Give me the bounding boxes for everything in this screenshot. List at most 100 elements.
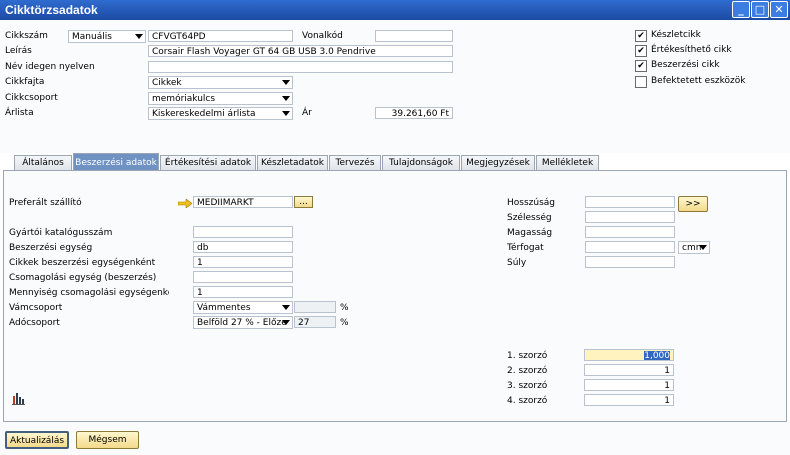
golden-arrow-icon[interactable] xyxy=(178,199,192,208)
item-group-value: memóriakulcs xyxy=(152,94,216,104)
tax-group-select[interactable]: Belföld 27 % - Előze xyxy=(193,316,293,329)
barcode-label: Vonalkód xyxy=(302,31,343,41)
price-label: Ár xyxy=(302,108,312,118)
price-list-value: Kiskereskedelmi árlista xyxy=(152,109,256,119)
browse-vendor-button[interactable]: ... xyxy=(294,196,313,208)
chevron-down-icon xyxy=(699,245,707,250)
fixed-asset-checkbox[interactable] xyxy=(635,76,647,88)
item-header: Cikkszám Manuális CFVGT64PD Vonalkód Leí… xyxy=(0,20,790,153)
item-group-label: Cikkcsoport xyxy=(5,93,58,103)
foreign-name-label: Név idegen nyelven xyxy=(5,62,95,72)
price-field[interactable]: 39.261,60 Ft xyxy=(375,107,453,119)
factor-1-value: 1,000 xyxy=(644,351,670,361)
item-type-label: Cikkfajta xyxy=(5,77,45,87)
items-per-unit-label: Cikkek beszerzési egységenként xyxy=(9,258,156,268)
customs-group-select[interactable]: Vámmentes xyxy=(193,301,293,314)
factor-3-field[interactable]: 1 xyxy=(584,379,674,391)
volume-field[interactable] xyxy=(585,241,675,253)
factor-1-field[interactable]: 1,000 xyxy=(584,349,674,361)
tab-properties[interactable]: Tulajdonságok xyxy=(382,155,460,170)
minimize-button[interactable]: _ xyxy=(732,1,750,18)
item-type-select[interactable]: Cikkek xyxy=(148,76,293,89)
tab-remarks[interactable]: Megjegyzések xyxy=(461,155,535,170)
factor-3-label: 3. szorzó xyxy=(507,381,548,391)
height-field[interactable] xyxy=(585,226,675,238)
chevron-down-icon xyxy=(282,111,290,116)
chevron-down-icon xyxy=(282,96,290,101)
length-label: Hosszúság xyxy=(507,198,555,208)
factor-1-label: 1. szorzó xyxy=(507,351,548,361)
foreign-name-field[interactable] xyxy=(148,61,453,73)
purchase-item-checkbox[interactable]: ✔ xyxy=(635,60,647,72)
sales-item-checkbox[interactable]: ✔ xyxy=(635,45,647,57)
cancel-button[interactable]: Mégsem xyxy=(76,431,139,449)
items-per-unit-field[interactable]: 1 xyxy=(193,256,293,268)
tab-sales[interactable]: Értékesítési adatok xyxy=(160,155,256,170)
customs-group-label: Vámcsoport xyxy=(9,303,63,313)
purchasing-panel: Preferált szállító MEDIIMARKT ... Gyártó… xyxy=(3,170,787,422)
barcode-field[interactable] xyxy=(375,30,453,42)
stock-item-label: Készletcikk xyxy=(651,30,701,40)
close-button[interactable]: ✕ xyxy=(770,1,788,18)
qty-per-pack-field[interactable]: 1 xyxy=(193,286,293,298)
footer-bar: Aktualizálás Mégsem xyxy=(0,422,790,455)
tax-percent-unit: % xyxy=(340,318,349,328)
item-no-label: Cikkszám xyxy=(5,31,48,41)
mfr-catalog-label: Gyártói katalógusszám xyxy=(9,228,113,238)
fixed-asset-label: Befektetett eszközök xyxy=(651,76,746,86)
pack-unit-field[interactable] xyxy=(193,271,293,283)
customs-percent-unit: % xyxy=(340,303,349,313)
maximize-button[interactable]: □ xyxy=(751,1,769,18)
chevron-down-icon xyxy=(135,34,143,39)
width-label: Szélesség xyxy=(507,213,552,223)
width-field[interactable] xyxy=(585,211,675,223)
tab-inventory[interactable]: Készletadatok xyxy=(257,155,328,170)
stock-item-checkbox[interactable]: ✔ xyxy=(635,30,647,42)
tax-group-value: Belföld 27 % - Előze xyxy=(197,318,287,328)
more-dimensions-button[interactable]: >> xyxy=(678,196,708,212)
customs-group-value: Vámmentes xyxy=(197,303,251,313)
preferred-vendor-field[interactable]: MEDIIMARKT xyxy=(193,196,293,208)
factor-2-label: 2. szorzó xyxy=(507,366,548,376)
factor-4-field[interactable]: 1 xyxy=(584,394,674,406)
weight-label: Súly xyxy=(507,258,527,268)
description-field[interactable]: Corsair Flash Voyager GT 64 GB USB 3.0 P… xyxy=(148,45,453,57)
sales-item-label: Értékesíthető cikk xyxy=(651,45,732,55)
tax-percent-field: 27 xyxy=(294,316,336,328)
length-field[interactable] xyxy=(585,196,675,208)
tab-general[interactable]: Általános xyxy=(14,155,72,170)
tab-planning[interactable]: Tervezés xyxy=(329,155,381,170)
weight-field[interactable] xyxy=(585,256,675,268)
chevron-down-icon xyxy=(282,320,290,325)
mfr-catalog-field[interactable] xyxy=(193,226,293,238)
tax-group-label: Adócsoport xyxy=(9,318,60,328)
item-no-mode-value: Manuális xyxy=(72,32,112,42)
bar-chart-icon[interactable] xyxy=(12,391,25,405)
description-label: Leírás xyxy=(5,46,32,56)
purchase-uom-field[interactable]: db xyxy=(193,241,293,253)
tab-attachments[interactable]: Mellékletek xyxy=(536,155,599,170)
purchase-item-label: Beszerzési cikk xyxy=(651,60,720,70)
volume-unit-select[interactable]: cmn xyxy=(678,241,710,254)
customs-percent-field xyxy=(294,301,336,313)
volume-label: Térfogat xyxy=(507,243,544,253)
item-type-value: Cikkek xyxy=(152,78,182,88)
item-no-mode-select[interactable]: Manuális xyxy=(68,30,146,43)
price-list-select[interactable]: Kiskereskedelmi árlista xyxy=(148,107,293,120)
chevron-down-icon xyxy=(282,80,290,85)
purchase-uom-label: Beszerzési egység xyxy=(9,243,93,253)
preferred-vendor-label: Preferált szállító xyxy=(9,198,82,208)
window-title: Cikktörzsadatok xyxy=(5,3,98,17)
qty-per-pack-label: Mennyiség csomagolási egységenké xyxy=(9,288,169,298)
item-no-field[interactable]: CFVGT64PD xyxy=(148,30,293,42)
update-button[interactable]: Aktualizálás xyxy=(5,431,69,449)
chevron-down-icon xyxy=(282,305,290,310)
item-group-select[interactable]: memóriakulcs xyxy=(148,92,293,105)
height-label: Magasság xyxy=(507,228,553,238)
factor-2-field[interactable]: 1 xyxy=(584,364,674,376)
pack-unit-label: Csomagolási egység (beszerzés) xyxy=(9,273,157,283)
tab-purchasing[interactable]: Beszerzési adatok xyxy=(73,153,159,171)
price-list-label: Árlista xyxy=(5,108,34,118)
window-titlebar: Cikktörzsadatok _ □ ✕ xyxy=(0,0,790,20)
tab-strip: Általános Beszerzési adatok Értékesítési… xyxy=(0,153,790,171)
